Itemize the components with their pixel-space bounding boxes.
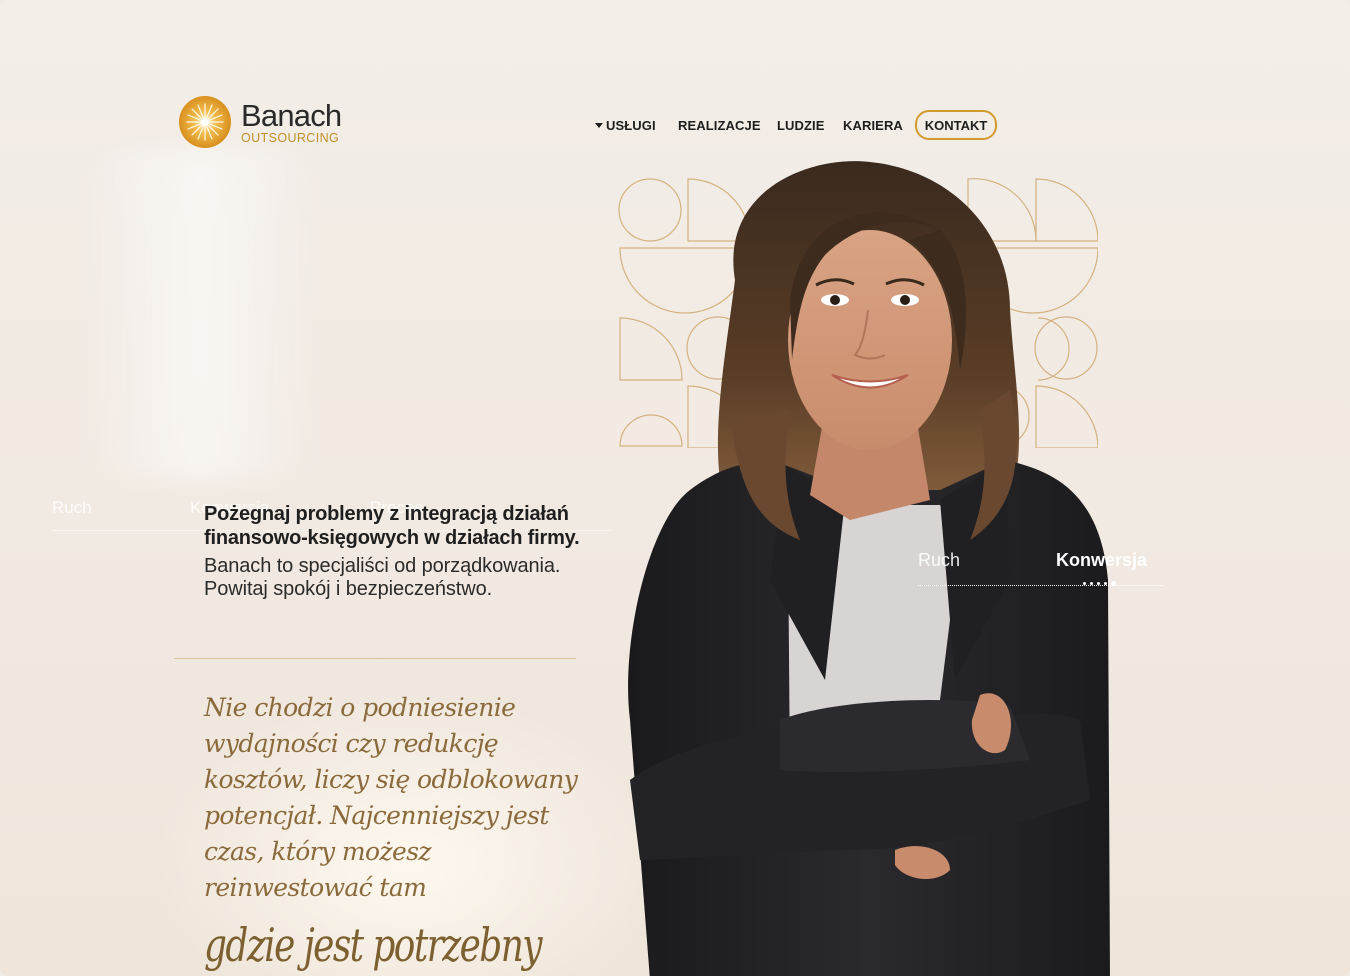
hero-quote-large: gdzie jest potrzebny [204,918,543,972]
hero-quote: Nie chodzi o podniesienie wydajności czy… [204,693,578,902]
divider [174,658,576,659]
hero-headline: Pożegnaj problemy z integracją działań f… [204,503,580,549]
sunburst-icon [179,96,231,148]
ghost-tab-label: Ruch [52,498,92,517]
nav-item-uslugi[interactable]: USŁUGI [595,118,656,133]
background-glow [80,150,320,480]
brand-name: Banach [241,97,342,133]
page: Banach OUTSOURCING USŁUGI REALIZACJE LUD… [0,0,1350,976]
nav-item-ludzie[interactable]: LUDZIE [777,118,825,133]
nav-item-kariera[interactable]: KARIERA [843,118,903,133]
tab-track [918,585,1163,586]
brand-subtitle: OUTSOURCING [241,130,340,145]
tab-progress-indicator [1083,581,1116,586]
nav-item-realizacje[interactable]: REALIZACJE [678,118,761,133]
brand-logo[interactable]: Banach OUTSOURCING [178,95,342,149]
contact-button[interactable]: KONTAKT [915,110,997,140]
tab-konwersja[interactable]: Konwersja [1056,550,1147,571]
hero-subline: Banach to specjaliści od porządkowania. … [204,555,561,600]
slider-tabs: Ruch Konwersja [918,550,1163,590]
tab-ruch[interactable]: Ruch [918,550,960,571]
nav-item-label: USŁUGI [606,117,656,133]
caret-down-icon [595,122,603,128]
